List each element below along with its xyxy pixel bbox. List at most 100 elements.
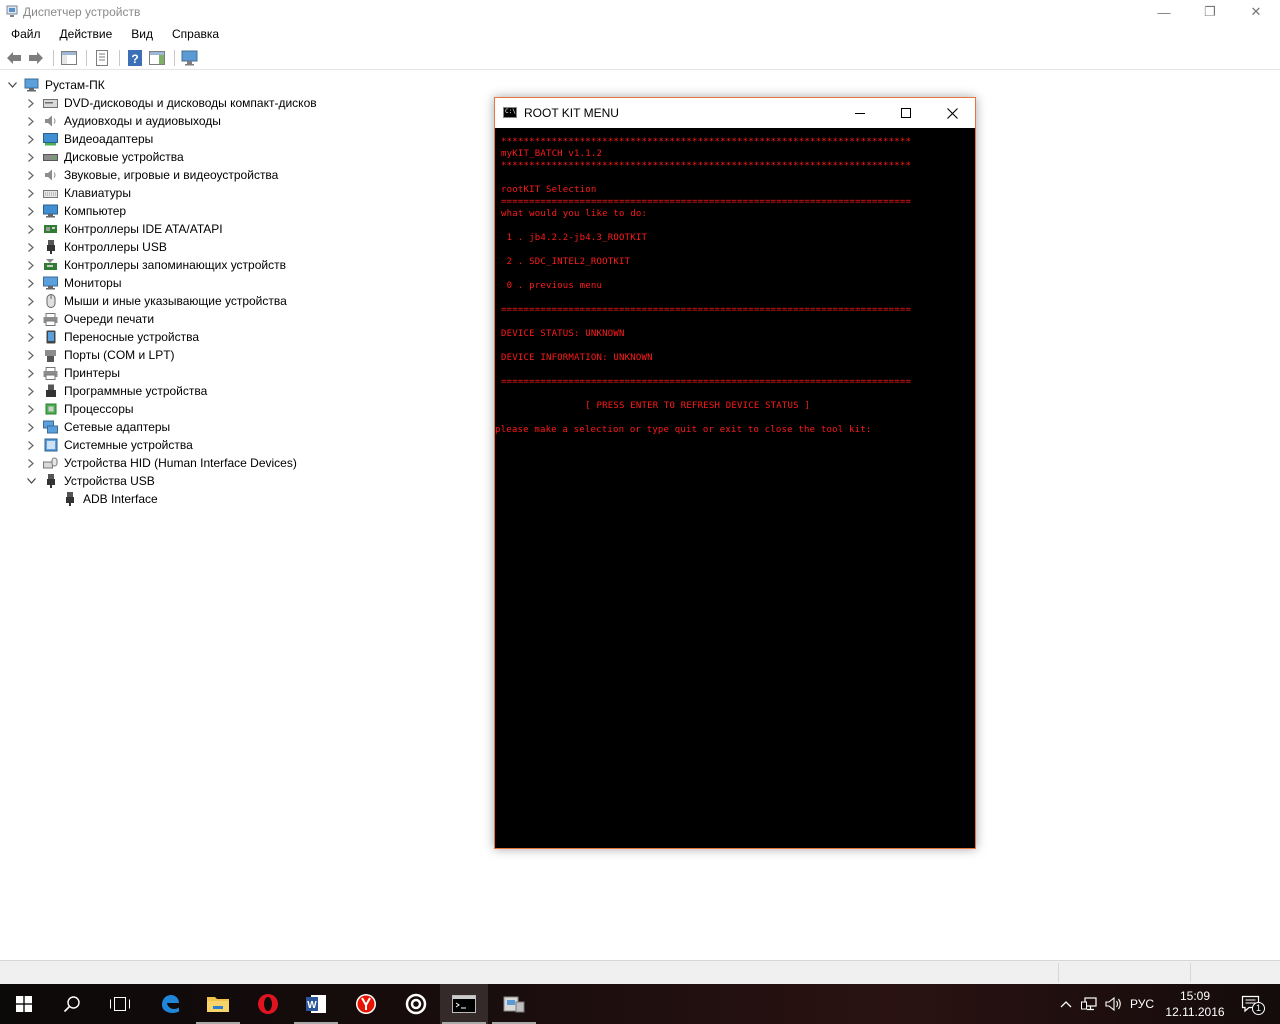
file-explorer-taskbar-button[interactable] bbox=[194, 984, 242, 1024]
minimize-button[interactable]: — bbox=[1141, 0, 1187, 24]
console-titlebar[interactable]: C:\ ROOT KIT MENU bbox=[495, 98, 975, 128]
forward-button[interactable] bbox=[26, 48, 46, 68]
tree-item[interactable]: Принтеры bbox=[0, 364, 330, 382]
toolbar-separator bbox=[86, 49, 87, 66]
expand-icon[interactable] bbox=[25, 328, 37, 346]
action-pane-button[interactable] bbox=[147, 48, 167, 68]
tree-item[interactable]: Очереди печати bbox=[0, 310, 330, 328]
show-hide-console-tree-button[interactable] bbox=[59, 48, 79, 68]
console-output[interactable]: ****************************************… bbox=[495, 128, 975, 848]
search-button[interactable] bbox=[48, 984, 96, 1024]
usb-plug-icon bbox=[43, 240, 58, 254]
device-manager-taskbar-button[interactable] bbox=[490, 984, 538, 1024]
collapse-icon[interactable] bbox=[25, 472, 37, 490]
port-icon bbox=[43, 348, 58, 362]
console-window[interactable]: C:\ ROOT KIT MENU **********************… bbox=[494, 97, 976, 849]
tree-item[interactable]: DVD-дисководы и дисководы компакт-дисков bbox=[0, 94, 330, 112]
expand-icon[interactable] bbox=[25, 166, 37, 184]
tree-item[interactable]: Программные устройства bbox=[0, 382, 330, 400]
tree-item[interactable]: Системные устройства bbox=[0, 436, 330, 454]
task-view-button[interactable] bbox=[96, 984, 144, 1024]
word-taskbar-button[interactable]: W bbox=[292, 984, 340, 1024]
tree-item[interactable]: Контроллеры IDE ATA/ATAPI bbox=[0, 220, 330, 238]
start-button[interactable] bbox=[0, 984, 48, 1024]
window-titlebar: Диспетчер устройств — ❐ ✕ bbox=[0, 0, 1280, 24]
tree-item[interactable]: Устройства HID (Human Interface Devices) bbox=[0, 454, 330, 472]
expand-icon[interactable] bbox=[25, 220, 37, 238]
menu-view[interactable]: Вид bbox=[120, 24, 161, 44]
help-button[interactable]: ? bbox=[125, 48, 145, 68]
tree-item[interactable]: Процессоры bbox=[0, 400, 330, 418]
tree-item-adb-interface[interactable]: ADB Interface bbox=[0, 490, 330, 508]
menu-bar: Файл Действие Вид Справка bbox=[0, 24, 1280, 44]
clock-button[interactable]: 15:09 12.11.2016 bbox=[1160, 988, 1230, 1020]
expand-icon[interactable] bbox=[25, 94, 37, 112]
collapse-icon[interactable] bbox=[6, 76, 18, 94]
expand-icon[interactable] bbox=[25, 112, 37, 130]
media-app-taskbar-button[interactable] bbox=[392, 984, 440, 1024]
tree-item[interactable]: Дисковые устройства bbox=[0, 148, 330, 166]
show-hidden-icons-button[interactable] bbox=[1056, 984, 1076, 1024]
console-line: ****************************************… bbox=[501, 137, 912, 147]
expand-icon[interactable] bbox=[25, 400, 37, 418]
console-close-button[interactable] bbox=[929, 98, 975, 128]
edge-taskbar-button[interactable] bbox=[146, 984, 194, 1024]
tree-item[interactable]: Контроллеры запоминающих устройств bbox=[0, 256, 330, 274]
command-prompt-taskbar-button[interactable] bbox=[440, 984, 488, 1024]
console-minimize-button[interactable] bbox=[837, 98, 883, 128]
back-button[interactable] bbox=[4, 48, 24, 68]
console-line: rootKIT Selection bbox=[501, 185, 597, 195]
tree-item[interactable]: Звуковые, игровые и видеоустройства bbox=[0, 166, 330, 184]
network-tray-button[interactable] bbox=[1078, 984, 1102, 1024]
tree-item[interactable]: Аудиовходы и аудиовыходы bbox=[0, 112, 330, 130]
maximize-button[interactable]: ❐ bbox=[1187, 0, 1233, 24]
tree-item[interactable]: Компьютер bbox=[0, 202, 330, 220]
scan-hardware-icon bbox=[181, 50, 198, 65]
tree-item[interactable]: Видеоадаптеры bbox=[0, 130, 330, 148]
usb-plug-icon bbox=[62, 492, 77, 506]
console-maximize-button[interactable] bbox=[883, 98, 929, 128]
expand-icon[interactable] bbox=[25, 364, 37, 382]
tree-item[interactable]: Клавиатуры bbox=[0, 184, 330, 202]
yandex-browser-taskbar-button[interactable] bbox=[342, 984, 390, 1024]
tree-item[interactable]: Мониторы bbox=[0, 274, 330, 292]
tree-item[interactable]: Устройства USB bbox=[0, 472, 330, 490]
scan-hardware-button[interactable] bbox=[180, 48, 200, 68]
expand-icon[interactable] bbox=[25, 382, 37, 400]
mouse-icon bbox=[43, 294, 58, 308]
expand-icon[interactable] bbox=[25, 256, 37, 274]
opera-taskbar-button[interactable] bbox=[244, 984, 292, 1024]
console-line: [ PRESS ENTER TO REFRESH DEVICE STATUS ] bbox=[501, 401, 811, 411]
expand-icon[interactable] bbox=[25, 130, 37, 148]
tree-root[interactable]: Рустам-ПК bbox=[0, 76, 330, 94]
expand-icon[interactable] bbox=[25, 274, 37, 292]
expand-icon[interactable] bbox=[25, 418, 37, 436]
expand-icon[interactable] bbox=[25, 202, 37, 220]
menu-help[interactable]: Справка bbox=[161, 24, 227, 44]
close-button[interactable]: ✕ bbox=[1233, 0, 1279, 24]
svg-text:W: W bbox=[307, 1000, 317, 1011]
expand-icon[interactable] bbox=[25, 346, 37, 364]
expand-icon[interactable] bbox=[25, 454, 37, 472]
expand-icon[interactable] bbox=[25, 238, 37, 256]
expand-icon[interactable] bbox=[25, 184, 37, 202]
windows-logo-icon bbox=[16, 996, 32, 1012]
tree-item-label: Дисковые устройства bbox=[64, 150, 184, 164]
tree-item[interactable]: Переносные устройства bbox=[0, 328, 330, 346]
input-language-button[interactable]: РУС bbox=[1126, 984, 1158, 1024]
menu-action[interactable]: Действие bbox=[49, 24, 121, 44]
expand-icon[interactable] bbox=[25, 310, 37, 328]
properties-button[interactable] bbox=[92, 48, 112, 68]
expand-icon[interactable] bbox=[25, 292, 37, 310]
tree-item[interactable]: Контроллеры USB bbox=[0, 238, 330, 256]
expand-icon[interactable] bbox=[25, 148, 37, 166]
tree-item-label: ADB Interface bbox=[83, 492, 158, 506]
tree-item[interactable]: Сетевые адаптеры bbox=[0, 418, 330, 436]
expand-icon[interactable] bbox=[25, 436, 37, 454]
desktop: Диспетчер устройств — ❐ ✕ Файл Действие … bbox=[0, 0, 1280, 1024]
volume-tray-button[interactable] bbox=[1102, 984, 1126, 1024]
tree-item[interactable]: Порты (COM и LPT) bbox=[0, 346, 330, 364]
action-center-button[interactable]: 1 bbox=[1234, 984, 1268, 1024]
tree-item[interactable]: Мыши и иные указывающие устройства bbox=[0, 292, 330, 310]
menu-file[interactable]: Файл bbox=[0, 24, 49, 44]
